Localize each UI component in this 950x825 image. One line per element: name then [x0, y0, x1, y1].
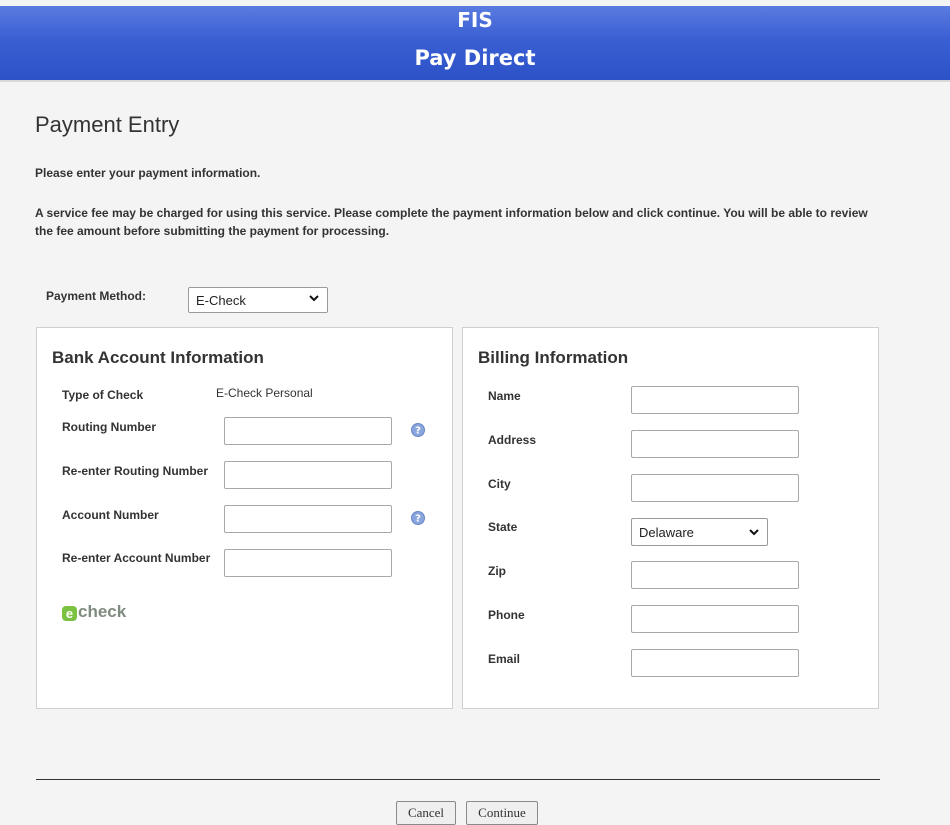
- chevron-down-icon: [309, 295, 319, 302]
- type-of-check-value: E-Check Personal: [216, 386, 313, 400]
- question-circle-icon[interactable]: ?: [411, 511, 425, 525]
- account-number-label: Account Number: [62, 508, 159, 522]
- routing-confirm-label: Re-enter Routing Number: [62, 464, 209, 478]
- billing-title: Billing Information: [478, 348, 629, 367]
- echeck-logo: e check: [62, 602, 126, 622]
- routing-number-label: Routing Number: [62, 420, 156, 434]
- payment-method-label: Payment Method:: [46, 289, 147, 303]
- bank-account-title: Bank Account Information: [52, 348, 264, 367]
- routing-confirm-input[interactable]: [224, 461, 392, 489]
- zip-input[interactable]: [631, 561, 799, 589]
- svg-text:?: ?: [415, 514, 421, 525]
- state-select[interactable]: Delaware: [631, 518, 768, 546]
- name-input[interactable]: [631, 386, 799, 414]
- email-input[interactable]: [631, 649, 799, 677]
- name-label: Name: [488, 389, 521, 403]
- question-circle-icon[interactable]: ?: [411, 423, 425, 437]
- service-fee-note: A service fee may be charged for using t…: [35, 206, 868, 238]
- city-input[interactable]: [631, 474, 799, 502]
- intro-text: Please enter your payment information.: [35, 166, 261, 180]
- cancel-button[interactable]: Cancel: [396, 801, 456, 825]
- routing-number-input[interactable]: [224, 417, 392, 445]
- payment-method-value: E-Check: [196, 293, 246, 308]
- address-input[interactable]: [631, 430, 799, 458]
- app-header: FIS Pay Direct: [0, 6, 950, 82]
- account-confirm-label: Re-enter Account Number: [62, 551, 211, 565]
- continue-button[interactable]: Continue: [466, 801, 538, 825]
- phone-input[interactable]: [631, 605, 799, 633]
- state-value: Delaware: [639, 525, 694, 540]
- state-label: State: [488, 520, 518, 534]
- account-number-input[interactable]: [224, 505, 392, 533]
- phone-label: Phone: [488, 608, 525, 622]
- zip-label: Zip: [488, 564, 506, 578]
- address-label: Address: [488, 433, 537, 447]
- page-title: Payment Entry: [35, 112, 180, 137]
- city-label: City: [488, 477, 511, 491]
- type-of-check-label: Type of Check: [62, 388, 144, 402]
- echeck-logo-text: check: [78, 602, 127, 621]
- echeck-badge: e: [62, 606, 77, 621]
- header-brand: FIS: [457, 8, 493, 32]
- email-label: Email: [488, 652, 521, 666]
- chevron-down-icon: [749, 529, 759, 536]
- svg-text:?: ?: [415, 426, 421, 437]
- footer-divider: [36, 779, 880, 780]
- header-product: Pay Direct: [414, 46, 536, 70]
- account-confirm-input[interactable]: [224, 549, 392, 577]
- payment-method-select[interactable]: E-Check: [188, 287, 328, 313]
